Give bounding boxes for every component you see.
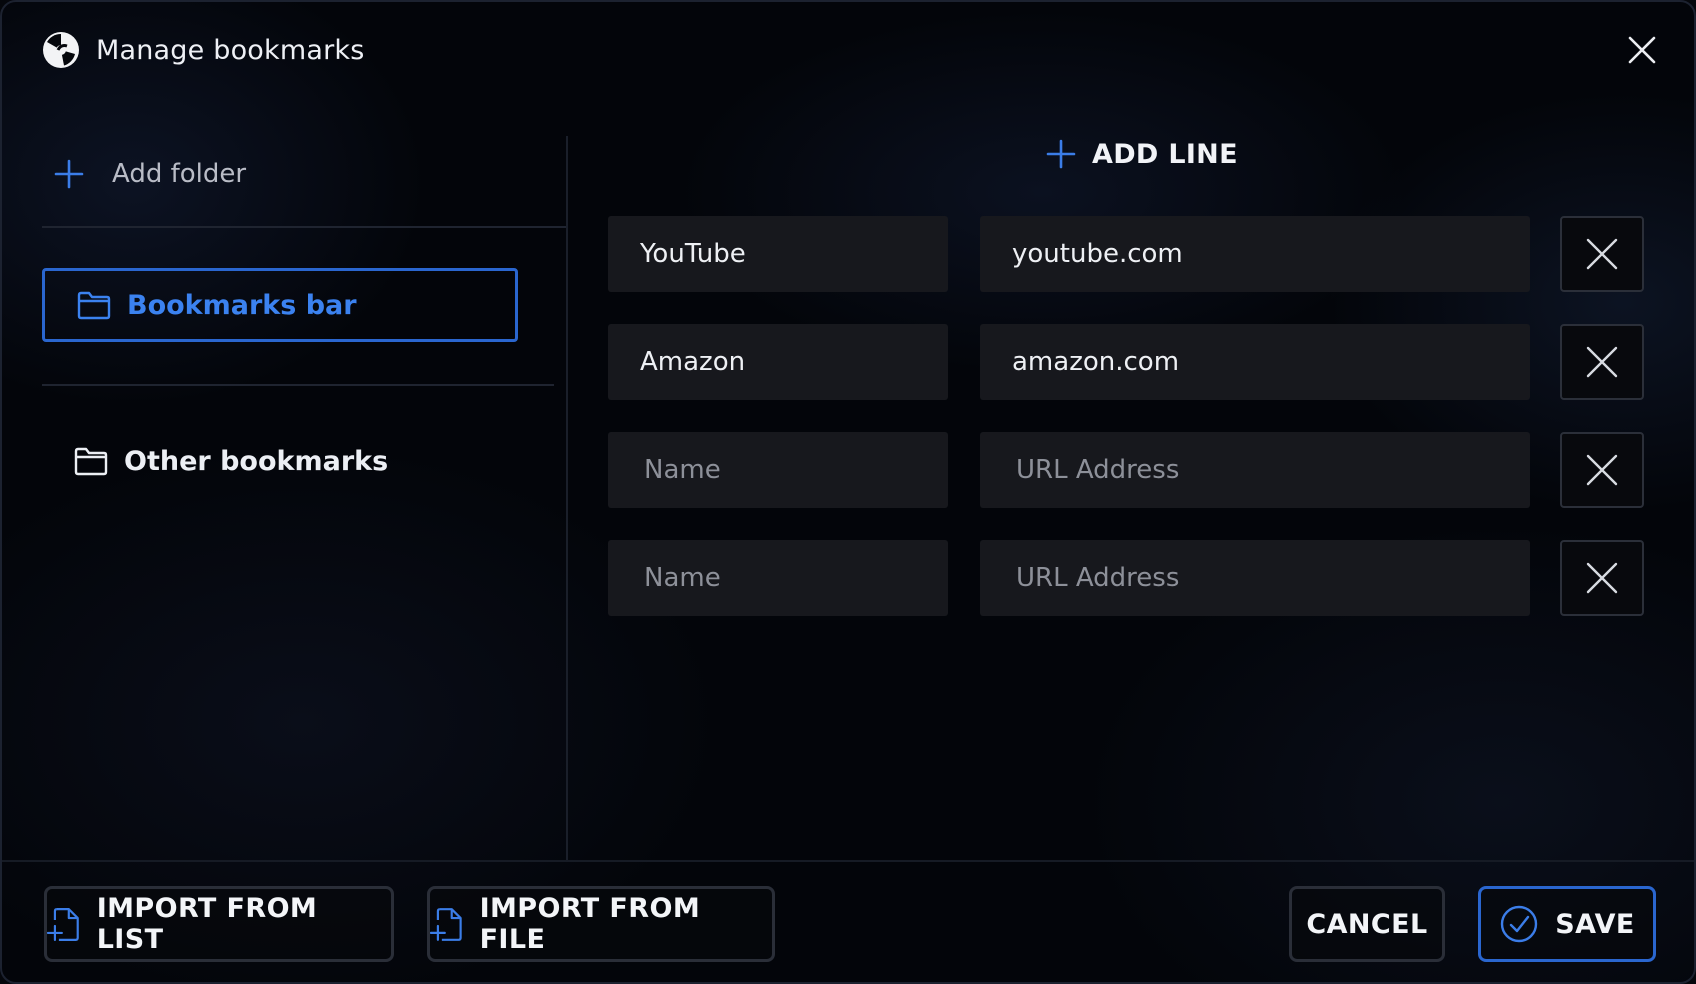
file-plus-icon: [430, 908, 462, 941]
url-placeholder: URL Address: [1016, 455, 1180, 485]
vertical-divider: [566, 136, 568, 862]
divider: [42, 226, 566, 228]
bookmark-name-input[interactable]: Amazon: [608, 324, 948, 400]
bookmark-row: Amazon amazon.com: [608, 324, 1644, 400]
x-icon: [1586, 562, 1618, 594]
x-icon: [1586, 238, 1618, 270]
import-from-file-label: IMPORT FROM FILE: [479, 893, 701, 955]
name-placeholder: Name: [644, 455, 721, 485]
add-line-button[interactable]: ADD LINE: [1046, 132, 1238, 176]
delete-row-button[interactable]: [1560, 216, 1644, 292]
folder-sidebar: Add folder Bookmarks bar Other bookmarks: [42, 130, 566, 862]
title-bar: Manage bookmarks: [42, 28, 365, 72]
divider: [42, 384, 554, 386]
bookmark-row: YouTube youtube.com: [608, 216, 1644, 292]
import-from-list-label: IMPORT FROM LIST: [96, 893, 318, 955]
add-folder-label: Add folder: [112, 159, 247, 189]
folder-item-other-bookmarks[interactable]: Other bookmarks: [42, 424, 518, 498]
bookmark-name-input[interactable]: Name: [608, 432, 948, 508]
plus-icon: [54, 159, 84, 189]
delete-row-button[interactable]: [1560, 540, 1644, 616]
x-icon: [1586, 454, 1618, 486]
bookmark-url-input[interactable]: amazon.com: [980, 324, 1530, 400]
add-folder-button[interactable]: Add folder: [54, 152, 246, 196]
bookmark-url-value: amazon.com: [1012, 347, 1180, 377]
folder-icon: [74, 447, 108, 476]
footer-divider: [2, 860, 1694, 862]
bookmark-name-input[interactable]: Name: [608, 540, 948, 616]
delete-row-button[interactable]: [1560, 432, 1644, 508]
name-placeholder: Name: [644, 563, 721, 593]
bookmark-url-value: youtube.com: [1012, 239, 1183, 269]
cancel-label: CANCEL: [1306, 908, 1428, 940]
delete-row-button[interactable]: [1560, 324, 1644, 400]
bookmark-name-input[interactable]: YouTube: [608, 216, 948, 292]
save-label: SAVE: [1555, 908, 1635, 940]
cancel-button[interactable]: CANCEL: [1289, 886, 1445, 962]
check-circle-icon: [1501, 905, 1538, 943]
bookmark-url-input[interactable]: youtube.com: [980, 216, 1530, 292]
dialog-title: Manage bookmarks: [96, 34, 365, 66]
plus-icon: [1046, 139, 1076, 169]
add-line-label: ADD LINE: [1092, 138, 1238, 170]
bookmark-url-input[interactable]: URL Address: [980, 540, 1530, 616]
import-from-list-button[interactable]: IMPORT FROM LIST: [44, 886, 394, 962]
url-placeholder: URL Address: [1016, 563, 1180, 593]
folder-label: Other bookmarks: [124, 445, 389, 477]
manage-bookmarks-dialog: Manage bookmarks Add folder Bookmarks ba…: [0, 0, 1696, 984]
file-plus-icon: [47, 908, 79, 941]
folder-label: Bookmarks bar: [127, 289, 357, 321]
bookmark-url-input[interactable]: URL Address: [980, 432, 1530, 508]
folder-icon: [77, 291, 111, 320]
x-icon: [1586, 346, 1618, 378]
import-from-file-button[interactable]: IMPORT FROM FILE: [427, 886, 775, 962]
folder-item-bookmarks-bar[interactable]: Bookmarks bar: [42, 268, 518, 342]
bookmark-row: Name URL Address: [608, 540, 1644, 616]
app-logo-icon: [43, 32, 79, 68]
bookmark-name-value: Amazon: [640, 347, 746, 377]
close-icon[interactable]: [1624, 32, 1660, 68]
bookmark-row: Name URL Address: [608, 432, 1644, 508]
bookmark-name-value: YouTube: [640, 239, 746, 269]
save-button[interactable]: SAVE: [1478, 886, 1656, 962]
